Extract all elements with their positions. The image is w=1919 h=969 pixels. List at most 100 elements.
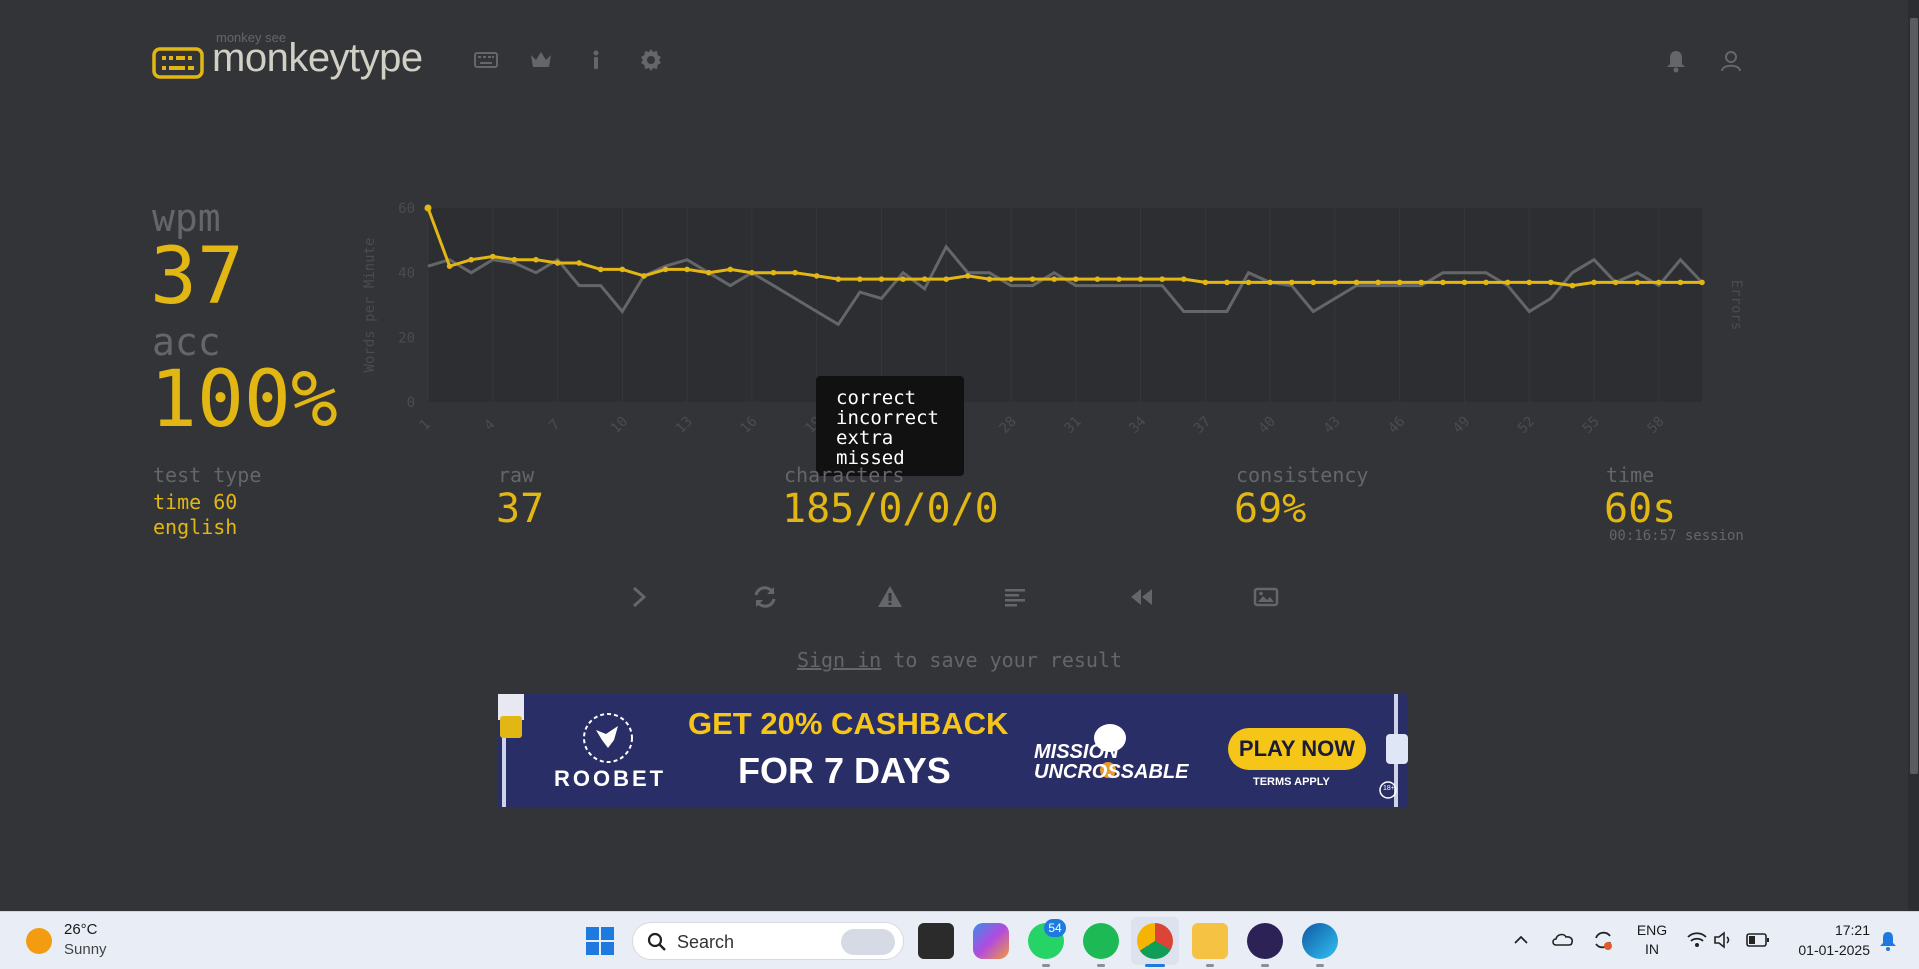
chrome-icon[interactable] [1137,923,1173,959]
wpm-data-point[interactable] [1612,279,1619,286]
wpm-data-point[interactable] [943,276,950,282]
wpm-data-point[interactable] [727,266,734,273]
signin-link[interactable]: Sign in [797,648,881,672]
wpm-data-point[interactable] [1548,279,1554,286]
wpm-data-point[interactable] [1202,279,1209,286]
wpm-data-point[interactable] [1396,279,1403,286]
ad-play-now-button[interactable]: PLAY NOW [1228,728,1366,770]
gear-icon[interactable] [639,48,663,72]
wpm-data-point[interactable] [511,256,518,263]
wpm-data-point[interactable] [468,256,474,263]
wpm-data-point[interactable] [1353,279,1360,286]
wpm-data-point[interactable] [1051,276,1058,282]
wpm-data-point[interactable] [792,269,798,276]
wpm-data-point[interactable] [533,256,539,263]
task-view-icon[interactable] [918,923,954,959]
replay-icon[interactable] [1127,583,1155,611]
wpm-data-point[interactable] [1094,276,1101,282]
clock-date[interactable]: 01-01-2025 [1780,942,1870,958]
wpm-data-point[interactable] [662,266,669,273]
info-icon[interactable] [584,48,608,72]
wpm-data-point[interactable] [446,263,453,269]
ad-banner[interactable]: ROOBET GET 20% CASHBACK FOR 7 DAYS MISSI… [498,694,1408,807]
wpm-data-point[interactable] [641,273,647,279]
restart-icon[interactable] [751,583,779,611]
wpm-data-point[interactable] [1483,279,1489,286]
wpm-data-point[interactable] [1332,279,1338,286]
wpm-data-point[interactable] [1159,276,1165,282]
wpm-data-point[interactable] [813,273,820,279]
wpm-data-point[interactable] [705,269,712,276]
wpm-data-point[interactable] [1569,282,1576,289]
warning-icon[interactable] [876,583,904,611]
scrollbar-thumb[interactable] [1910,18,1918,774]
language-code[interactable]: ENG [1636,922,1668,938]
taskbar-search[interactable]: Search [632,922,904,960]
wpm-data-point[interactable] [1224,279,1230,286]
wpm-data-point[interactable] [1591,279,1597,286]
screenshot-icon[interactable] [1252,583,1280,611]
windows-start-icon[interactable] [584,925,616,957]
eclipse-icon[interactable] [1247,923,1283,959]
wpm-data-point[interactable] [1180,276,1187,282]
wpm-data-point[interactable] [965,273,971,279]
wpm-data-point[interactable] [1418,279,1425,286]
wpm-data-point[interactable] [1375,279,1381,286]
wpm-data-point[interactable] [1029,276,1036,282]
wpm-data-point[interactable] [576,260,582,266]
sun-icon[interactable] [26,928,52,954]
wpm-data-point[interactable] [1699,279,1705,286]
chevron-up-icon[interactable] [1513,932,1529,948]
logo-text[interactable]: monkeytype [212,36,423,81]
words-history-icon[interactable] [1001,583,1029,611]
wpm-data-point[interactable] [1245,279,1252,286]
keyboard-icon[interactable] [474,48,498,72]
wpm-data-point[interactable] [1072,276,1079,282]
wpm-data-point[interactable] [1116,276,1122,282]
wpm-data-point[interactable] [554,260,561,266]
wpm-data-point[interactable] [749,269,755,276]
wpm-data-point[interactable] [1288,279,1295,286]
wpm-data-point[interactable] [1267,279,1273,286]
wpm-data-point[interactable] [878,276,885,282]
wpm-data-point[interactable] [1634,279,1641,286]
wpm-data-point[interactable] [1656,279,1662,286]
wpm-data-point[interactable] [857,276,863,282]
volume-icon[interactable] [1713,930,1735,950]
bell-icon[interactable] [1664,49,1688,73]
wpm-data-point[interactable] [1677,279,1684,286]
onedrive-cloud-icon[interactable] [1551,929,1575,949]
battery-icon[interactable] [1746,932,1770,948]
wpm-data-point[interactable] [1008,276,1014,282]
language-region[interactable]: IN [1636,941,1668,957]
user-icon[interactable] [1719,49,1743,73]
wpm-data-point[interactable] [489,253,496,260]
wpm-data-point[interactable] [619,266,626,273]
wpm-data-point[interactable] [921,276,928,282]
wpm-data-point[interactable] [835,276,842,282]
wpm-data-point[interactable] [1526,279,1533,286]
notification-bell-icon[interactable] [1878,930,1898,952]
wpm-data-point[interactable] [424,204,432,212]
wpm-data-point[interactable] [900,276,906,282]
weather-temp[interactable]: 26°C [64,921,98,938]
spotify-icon[interactable] [1083,923,1119,959]
wpm-data-point[interactable] [770,269,777,276]
wpm-data-point[interactable] [1310,279,1317,286]
wpm-data-point[interactable] [1461,279,1468,286]
wpm-data-point[interactable] [597,266,604,273]
weather-condition[interactable]: Sunny [64,941,107,958]
copilot-icon[interactable] [973,923,1009,959]
monkeytype-logo-icon[interactable] [152,47,204,79]
wpm-data-point[interactable] [1440,279,1446,286]
wpm-data-point[interactable] [986,276,993,282]
file-explorer-icon[interactable] [1192,923,1228,959]
wpm-data-point[interactable] [1504,279,1511,286]
crown-icon[interactable] [529,48,553,72]
next-test-icon[interactable] [625,583,653,611]
edge-icon[interactable] [1302,923,1338,959]
sync-icon[interactable] [1592,929,1614,951]
wpm-data-point[interactable] [684,266,690,273]
clock-time[interactable]: 17:21 [1780,922,1870,938]
wifi-icon[interactable] [1686,930,1708,950]
